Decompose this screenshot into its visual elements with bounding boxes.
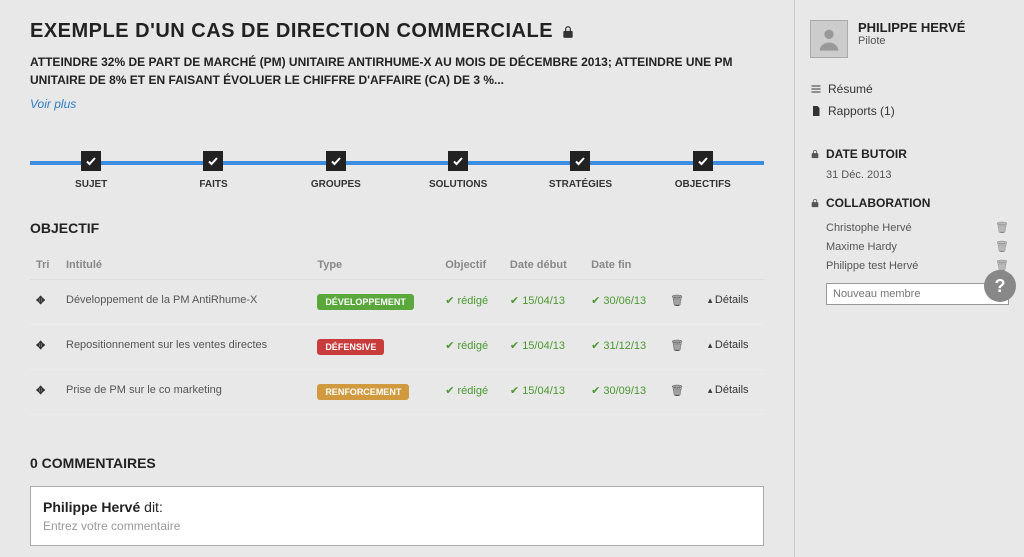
comment-author-name: Philippe Hervé	[43, 499, 140, 515]
col-date-fin[interactable]: Date fin	[585, 251, 664, 280]
resume-link-label: Résumé	[828, 82, 873, 96]
check-icon	[693, 151, 713, 171]
timeline-label: SOLUTIONS	[397, 179, 519, 190]
table-row: ✥ Repositionnement sur les ventes directe…	[30, 325, 764, 370]
see-more-link[interactable]: Voir plus	[30, 97, 76, 111]
check-icon	[448, 151, 468, 171]
col-tri[interactable]: Tri	[30, 251, 60, 280]
table-row: ✥ Prise de PM sur le co marketing RENFORCE…	[30, 370, 764, 415]
document-icon	[810, 105, 822, 117]
cell-objectif: rédigé	[445, 340, 488, 352]
page-subtitle: ATTEINDRE 32% DE PART DE MARCHÉ (PM) UNI…	[30, 53, 764, 89]
comments-heading: 0 COMMENTAIRES	[30, 455, 764, 471]
lock-icon	[810, 149, 820, 159]
cell-date-fin: 30/06/13	[591, 295, 646, 307]
comment-says: dit:	[144, 499, 163, 515]
page-title: EXEMPLE D'UN CAS DE DIRECTION COMMERCIAL…	[30, 20, 764, 43]
new-member-input[interactable]	[826, 283, 1009, 305]
timeline-label: STRATÉGIES	[519, 179, 641, 190]
trash-icon[interactable]: 🗑	[995, 221, 1009, 234]
type-badge: DÉVELOPPEMENT	[317, 294, 414, 310]
timeline-label: FAITS	[152, 179, 274, 190]
help-button[interactable]: ?	[984, 270, 1016, 302]
page-title-text: EXEMPLE D'UN CAS DE DIRECTION COMMERCIAL…	[30, 20, 553, 43]
cell-date-debut: 15/04/13	[510, 295, 565, 307]
drag-handle-icon[interactable]: ✥	[36, 340, 45, 352]
progress-timeline: SUJET FAITS GROUPES SOLUTIONS STRATÉGIES…	[30, 151, 764, 190]
details-toggle[interactable]: Détails	[708, 384, 749, 396]
lock-icon	[561, 25, 575, 39]
cell-date-fin: 31/12/13	[591, 340, 646, 352]
timeline-step-strategies[interactable]: STRATÉGIES	[519, 151, 641, 190]
type-badge: DÉFENSIVE	[317, 339, 384, 355]
timeline-label: SUJET	[30, 179, 152, 190]
details-toggle[interactable]: Détails	[708, 294, 749, 306]
timeline-step-faits[interactable]: FAITS	[152, 151, 274, 190]
type-badge: RENFORCEMENT	[317, 384, 409, 400]
avatar	[810, 20, 848, 58]
collaborator-name: Maxime Hardy	[826, 241, 897, 253]
check-icon	[81, 151, 101, 171]
cell-date-fin: 30/09/13	[591, 385, 646, 397]
cell-intitule: Développement de la PM AntiRhume-X	[60, 280, 311, 325]
cell-date-debut: 15/04/13	[510, 385, 565, 397]
deadline-label: DATE BUTOIR	[826, 147, 907, 161]
lock-icon	[810, 198, 820, 208]
objectives-table: Tri Intitulé Type Objectif Date début Da…	[30, 251, 764, 415]
check-icon	[570, 151, 590, 171]
rapports-link[interactable]: Rapports (1)	[810, 100, 1009, 122]
collaborator-row: Maxime Hardy 🗑	[810, 237, 1009, 256]
cell-objectif: rédigé	[445, 385, 488, 397]
resume-link[interactable]: Résumé	[810, 78, 1009, 100]
profile-role: Pilote	[858, 35, 965, 47]
trash-icon[interactable]: 🗑	[995, 240, 1009, 253]
cell-date-debut: 15/04/13	[510, 340, 565, 352]
trash-icon[interactable]: 🗑	[670, 385, 684, 397]
timeline-step-sujet[interactable]: SUJET	[30, 151, 152, 190]
trash-icon[interactable]: 🗑	[670, 295, 684, 307]
cell-intitule: Prise de PM sur le co marketing	[60, 370, 311, 415]
collaboration-label: COLLABORATION	[826, 196, 930, 210]
comment-input-box[interactable]: Philippe Hervé dit: Entrez votre comment…	[30, 486, 764, 546]
list-icon	[810, 83, 822, 95]
col-objectif[interactable]: Objectif	[439, 251, 504, 280]
timeline-step-groupes[interactable]: GROUPES	[275, 151, 397, 190]
deadline-value: 31 Déc. 2013	[810, 169, 1009, 181]
rapports-link-label: Rapports (1)	[828, 104, 895, 118]
collaborator-name: Philippe test Hervé	[826, 260, 918, 272]
timeline-step-objectifs[interactable]: OBJECTIFS	[642, 151, 764, 190]
collaboration-heading: COLLABORATION	[810, 196, 1009, 210]
collaborator-row: Christophe Hervé 🗑	[810, 218, 1009, 237]
col-intitule[interactable]: Intitulé	[60, 251, 311, 280]
drag-handle-icon[interactable]: ✥	[36, 385, 45, 397]
col-type[interactable]: Type	[311, 251, 439, 280]
profile-name: PHILIPPE HERVÉ	[858, 20, 965, 35]
trash-icon[interactable]: 🗑	[670, 340, 684, 352]
drag-handle-icon[interactable]: ✥	[36, 295, 45, 307]
check-icon	[203, 151, 223, 171]
cell-intitule: Repositionnement sur les ventes directes	[60, 325, 311, 370]
details-toggle[interactable]: Détails	[708, 339, 749, 351]
comment-placeholder[interactable]: Entrez votre commentaire	[43, 519, 751, 533]
timeline-label: OBJECTIFS	[642, 179, 764, 190]
collaborator-row: Philippe test Hervé🗑	[810, 256, 1009, 275]
timeline-label: GROUPES	[275, 179, 397, 190]
timeline-step-solutions[interactable]: SOLUTIONS	[397, 151, 519, 190]
cell-objectif: rédigé	[445, 295, 488, 307]
deadline-heading: DATE BUTOIR	[810, 147, 1009, 161]
objectives-heading: OBJECTIF	[30, 220, 764, 236]
question-icon: ?	[995, 276, 1006, 297]
table-row: ✥ Développement de la PM AntiRhume-X DÉVEL…	[30, 280, 764, 325]
comment-author-line: Philippe Hervé dit:	[43, 499, 751, 515]
col-date-debut[interactable]: Date début	[504, 251, 585, 280]
profile-block: PHILIPPE HERVÉ Pilote	[810, 20, 1009, 58]
collaborator-name: Christophe Hervé	[826, 222, 912, 234]
check-icon	[326, 151, 346, 171]
